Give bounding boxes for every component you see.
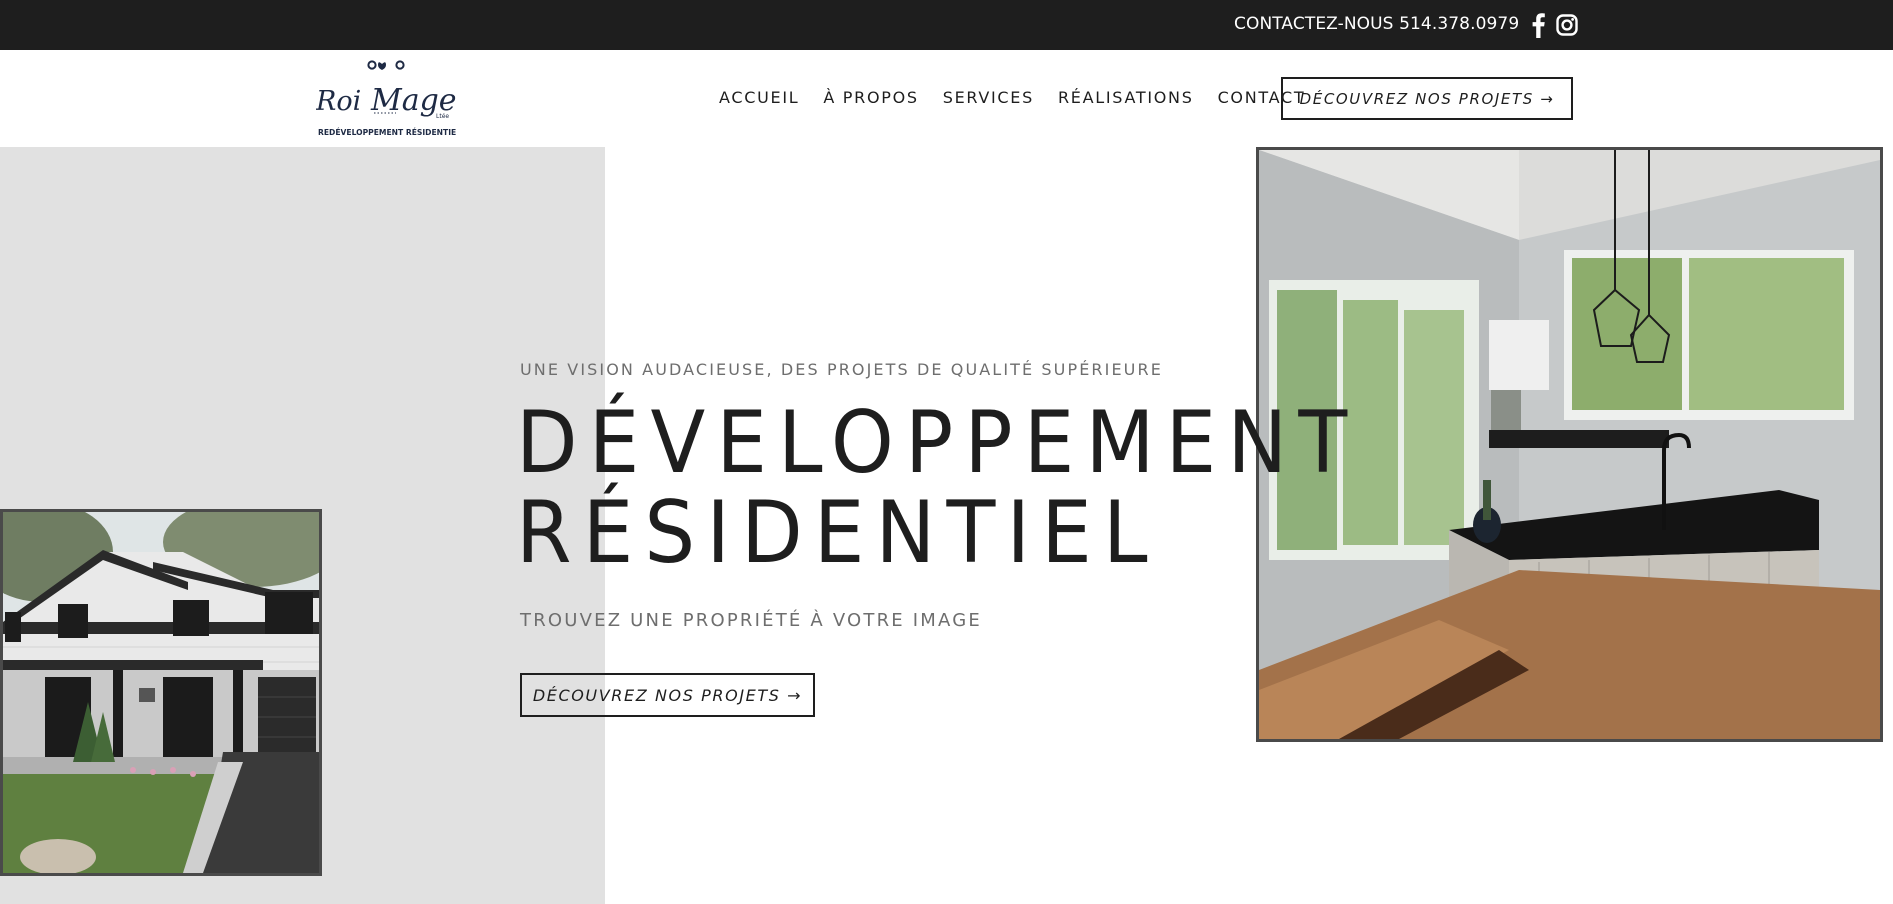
hero-headline: DÉVELOPPEMENT RÉSIDENTIEL [516, 398, 1358, 578]
site-header: Roi Mage Ltée REDÉVELOPPEMENT RÉSIDENTIE… [0, 50, 1893, 147]
hero-discover-projects-button[interactable]: DÉCOUVREZ NOS PROJETS → [520, 673, 815, 717]
facebook-icon[interactable] [1528, 12, 1548, 39]
logo-text-roi: Roi [316, 86, 361, 117]
roi-mage-logo[interactable]: Roi Mage Ltée REDÉVELOPPEMENT RÉSIDENTIE… [315, 60, 461, 142]
contact-phone-link[interactable]: CONTACTEZ-NOUS 514.378.0979 [1234, 14, 1519, 34]
logo-suffix: Ltée [436, 113, 449, 120]
hero-headline-line2: RÉSIDENTIEL [516, 483, 1159, 583]
header-discover-projects-button[interactable]: DÉCOUVREZ NOS PROJETS → [1281, 77, 1573, 120]
nav-item-realisations[interactable]: RÉALISATIONS [1058, 88, 1194, 107]
nav-item-a-propos[interactable]: À PROPOS [823, 88, 918, 107]
hero-eyebrow: UNE VISION AUDACIEUSE, DES PROJETS DE QU… [520, 360, 1163, 379]
hero-tagline: TROUVEZ UNE PROPRIÉTÉ À VOTRE IMAGE [520, 610, 982, 631]
nav-item-accueil[interactable]: ACCUEIL [719, 88, 799, 107]
top-contact-bar: CONTACTEZ-NOUS 514.378.0979 [0, 0, 1893, 50]
house-exterior-photo [0, 509, 322, 876]
logo-tagline: REDÉVELOPPEMENT RÉSIDENTIEL [318, 128, 456, 137]
main-nav: ACCUEIL À PROPOS SERVICES RÉALISATIONS C… [719, 88, 1305, 107]
hero-headline-line1: DÉVELOPPEMENT [516, 393, 1359, 493]
nav-item-services[interactable]: SERVICES [943, 88, 1034, 107]
instagram-icon[interactable] [1556, 14, 1578, 36]
